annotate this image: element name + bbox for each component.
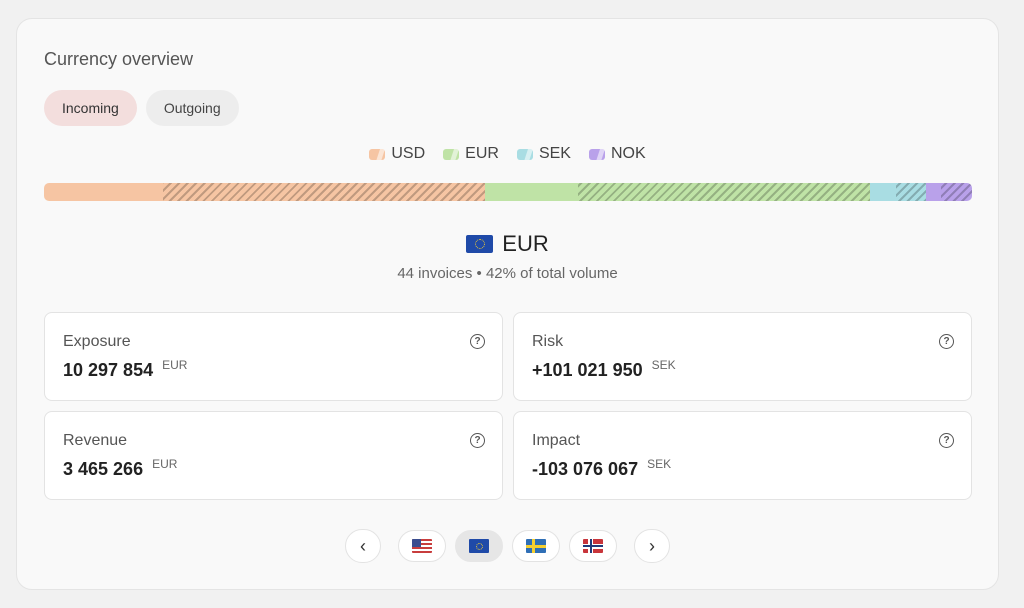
- next-button[interactable]: ›: [634, 529, 670, 563]
- bar-segment-nok-settled[interactable]: [925, 183, 942, 201]
- legend-label: NOK: [610, 145, 646, 162]
- card-title: Currency overview: [44, 49, 194, 69]
- legend-label: EUR: [465, 145, 499, 162]
- direction-tabs: Incoming Outgoing: [44, 90, 239, 126]
- bar-segment-sek-settled[interactable]: [869, 183, 896, 201]
- bar-segment-eur-settled[interactable]: [484, 183, 578, 201]
- chevron-right-icon: ›: [649, 535, 655, 556]
- selected-currency-code: EUR: [502, 231, 549, 256]
- metric-value: 3 465 266: [63, 459, 144, 479]
- metric-label: Revenue: [63, 432, 128, 449]
- prev-button[interactable]: ‹: [345, 529, 381, 563]
- sek-swatch-icon: [516, 148, 533, 160]
- tab-outgoing[interactable]: Outgoing: [145, 90, 239, 126]
- metric-revenue: Revenue 3 465 266 EUR ?: [44, 411, 503, 500]
- bar-segment-eur-open[interactable]: [577, 183, 870, 201]
- nok-swatch-icon: [588, 148, 605, 160]
- bar-segment-sek-open[interactable]: [895, 183, 926, 201]
- currency-button-nok[interactable]: [569, 530, 617, 562]
- currency-button-sek[interactable]: [512, 530, 560, 562]
- metric-impact: Impact -103 076 067 SEK ?: [513, 411, 972, 500]
- metric-value: -103 076 067: [532, 459, 639, 479]
- help-icon[interactable]: ?: [470, 433, 485, 448]
- currency-button-eur[interactable]: [455, 530, 503, 562]
- legend-item-sek: SEK: [516, 145, 571, 163]
- metric-unit: SEK: [651, 358, 676, 372]
- metrics-grid: Exposure 10 297 854 EUR ? Risk +101 021 …: [44, 312, 972, 500]
- metric-unit: EUR: [162, 358, 188, 372]
- metric-unit: SEK: [647, 457, 672, 471]
- usd-swatch-icon: [369, 148, 386, 160]
- help-icon[interactable]: ?: [939, 433, 954, 448]
- help-icon[interactable]: ?: [470, 334, 485, 349]
- legend-label: USD: [391, 145, 426, 162]
- eur-swatch-icon: [443, 148, 460, 160]
- currency-legend: USD EUR SEK NOK: [17, 145, 998, 163]
- legend-item-nok: NOK: [588, 145, 646, 163]
- tab-incoming[interactable]: Incoming: [44, 90, 137, 126]
- metric-unit: EUR: [152, 457, 178, 471]
- currency-button-usd[interactable]: [398, 530, 446, 562]
- norway-flag-icon: [583, 539, 603, 553]
- metric-value: 10 297 854: [63, 360, 154, 380]
- bar-segment-nok-open[interactable]: [941, 183, 972, 201]
- eu-flag-icon: [469, 539, 489, 553]
- help-icon[interactable]: ?: [939, 334, 954, 349]
- sweden-flag-icon: [526, 539, 546, 553]
- selected-currency: EUR: [17, 231, 998, 257]
- bar-segment-usd-settled[interactable]: [44, 183, 163, 201]
- metric-risk: Risk +101 021 950 SEK ?: [513, 312, 972, 401]
- metric-exposure: Exposure 10 297 854 EUR ?: [44, 312, 503, 401]
- bar-segment-usd-open[interactable]: [162, 183, 485, 201]
- us-flag-icon: [412, 539, 432, 553]
- selected-currency-summary: 44 invoices • 42% of total volume: [397, 265, 618, 282]
- metric-value: +101 021 950: [532, 360, 643, 380]
- legend-label: SEK: [538, 145, 571, 162]
- eu-flag-icon: [466, 235, 494, 253]
- legend-item-eur: EUR: [443, 145, 499, 163]
- metric-label: Exposure: [63, 333, 131, 350]
- metric-label: Risk: [532, 333, 564, 350]
- currency-distribution-bar[interactable]: [44, 183, 972, 201]
- chevron-left-icon: ‹: [360, 535, 366, 556]
- currency-overview-card: Currency overview Incoming Outgoing USD …: [16, 18, 999, 590]
- metric-label: Impact: [532, 432, 581, 449]
- legend-item-usd: USD: [369, 145, 425, 163]
- currency-pager: ‹ ›: [17, 529, 998, 563]
